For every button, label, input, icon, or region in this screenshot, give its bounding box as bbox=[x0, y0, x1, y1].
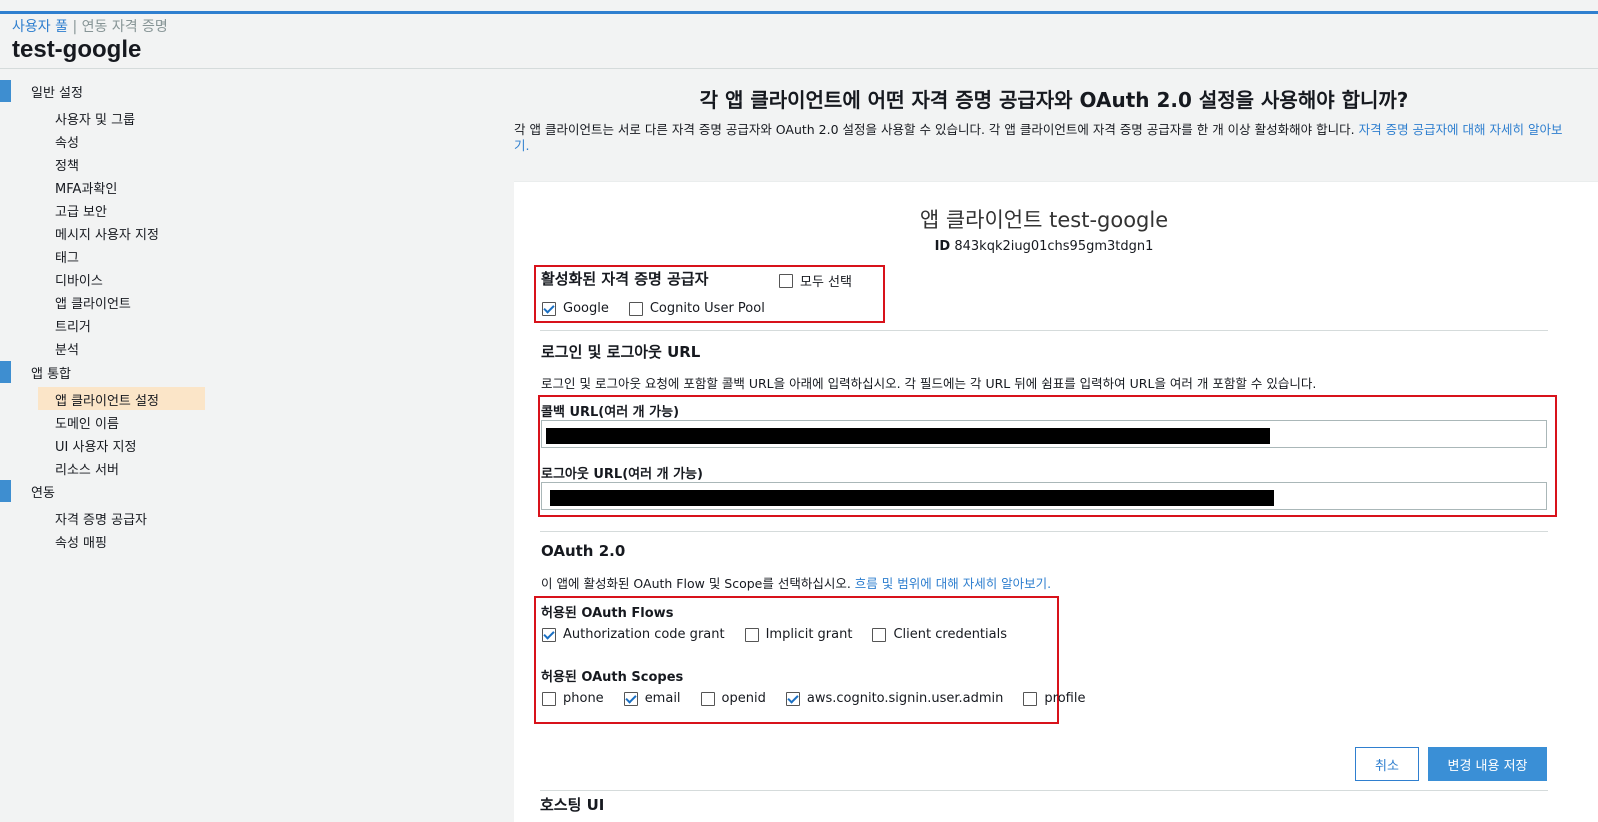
oauth-flows-options: Authorization code grant Implicit grant … bbox=[542, 627, 1027, 642]
provider-cognito-checkbox[interactable]: Cognito User Pool bbox=[628, 301, 765, 316]
sidebar-item-tags[interactable]: 태그 bbox=[38, 244, 205, 267]
sidebar-section-label: 앱 통합 bbox=[31, 367, 72, 382]
sidebar-item-devices[interactable]: 디바이스 bbox=[38, 267, 205, 290]
checkbox-checked-icon bbox=[542, 627, 556, 642]
redacted-value bbox=[546, 428, 1270, 444]
sidebar-item-app-clients[interactable]: 앱 클라이언트 bbox=[38, 290, 205, 313]
flow-client-credentials-checkbox[interactable]: Client credentials bbox=[872, 627, 1007, 642]
sidebar-section-label: 연동 bbox=[31, 486, 55, 501]
cancel-button[interactable]: 취소 bbox=[1355, 747, 1419, 781]
intro-description: 각 앱 클라이언트는 서로 다른 자격 증명 공급자와 OAuth 2.0 설정… bbox=[514, 122, 1359, 137]
intro-text: 각 앱 클라이언트는 서로 다른 자격 증명 공급자와 OAuth 2.0 설정… bbox=[514, 122, 1574, 154]
app-client-id-value: 843kqk2iug01chs95gm3tdgn1 bbox=[954, 239, 1154, 254]
section-marker bbox=[0, 80, 11, 102]
save-changes-button[interactable]: 변경 내용 저장 bbox=[1428, 747, 1547, 781]
providers-heading: 활성화된 자격 증명 공급자 bbox=[541, 270, 709, 288]
select-all-row: 모두 선택 bbox=[779, 271, 872, 290]
sidebar-section-app-integration[interactable]: 앱 통합 bbox=[0, 361, 215, 383]
page-title: test-google bbox=[12, 36, 142, 63]
select-all-checkbox[interactable]: 모두 선택 bbox=[779, 271, 852, 290]
sidebar-item-app-client-settings[interactable]: 앱 클라이언트 설정 bbox=[38, 387, 205, 410]
page-header: 사용자 풀 | 연동 자격 증명 test-google bbox=[0, 14, 1598, 69]
checkbox-checked-icon bbox=[542, 301, 556, 316]
hosted-ui-heading: 호스팅 UI bbox=[540, 796, 605, 814]
learn-more-flows-link[interactable]: 흐름 및 범위에 대해 자세히 알아보기. bbox=[855, 576, 1051, 591]
section-marker bbox=[0, 361, 11, 383]
main-heading: 각 앱 클라이언트에 어떤 자격 증명 공급자와 OAuth 2.0 설정을 사… bbox=[699, 88, 1409, 112]
oauth-scopes-options: phone email openid aws.cognito.signin.us… bbox=[542, 691, 1106, 706]
sidebar-item-analytics[interactable]: 분석 bbox=[38, 336, 205, 359]
provider-options: Google Cognito User Pool bbox=[542, 301, 785, 316]
breadcrumb-federated-link[interactable]: 연동 자격 증명 bbox=[82, 19, 168, 35]
sidebar-item-identity-providers[interactable]: 자격 증명 공급자 bbox=[38, 506, 205, 529]
sidebar-item-message-customization[interactable]: 메시지 사용자 지정 bbox=[38, 221, 205, 244]
checkbox-icon bbox=[744, 627, 759, 642]
checkbox-icon bbox=[1023, 691, 1038, 706]
sidebar-item-ui-customization[interactable]: UI 사용자 지정 bbox=[38, 433, 205, 456]
redacted-value bbox=[550, 490, 1274, 506]
sidebar-item-mfa[interactable]: MFA과확인 bbox=[38, 175, 205, 198]
app-client-card: 앱 클라이언트 test-google ID 843kqk2iug01chs95… bbox=[514, 181, 1598, 822]
logout-url-label: 로그아웃 URL(여러 개 가능) bbox=[541, 467, 703, 482]
section-divider bbox=[540, 531, 1548, 532]
scope-aws-cognito-admin-checkbox[interactable]: aws.cognito.signin.user.admin bbox=[785, 691, 1003, 706]
sidebar-section-label: 일반 설정 bbox=[31, 86, 83, 101]
sidebar-item-users-groups[interactable]: 사용자 및 그룹 bbox=[38, 106, 205, 129]
urls-description: 로그인 및 로그아웃 요청에 포함할 콜백 URL을 아래에 입력하십시오. 각… bbox=[541, 376, 1317, 391]
sidebar-item-resource-servers[interactable]: 리소스 서버 bbox=[38, 456, 205, 479]
sidebar-item-triggers[interactable]: 트리거 bbox=[38, 313, 205, 336]
sidebar-item-advanced-security[interactable]: 고급 보안 bbox=[38, 198, 205, 221]
oauth-description: 이 앱에 활성화된 OAuth Flow 및 Scope를 선택하십시오. 흐름… bbox=[541, 576, 1052, 591]
oauth-heading: OAuth 2.0 bbox=[541, 542, 626, 560]
sidebar-item-domain-name[interactable]: 도메인 이름 bbox=[38, 410, 205, 433]
breadcrumb: 사용자 풀 | 연동 자격 증명 bbox=[12, 16, 168, 36]
flow-authorization-code-checkbox[interactable]: Authorization code grant bbox=[542, 627, 725, 642]
checkbox-icon bbox=[779, 273, 793, 288]
section-divider bbox=[540, 330, 1548, 331]
scope-profile-checkbox[interactable]: profile bbox=[1023, 691, 1086, 706]
checkbox-icon bbox=[700, 691, 715, 706]
checkbox-checked-icon bbox=[785, 691, 800, 706]
checkbox-icon bbox=[628, 301, 643, 316]
sidebar-section-general[interactable]: 일반 설정 bbox=[0, 80, 215, 102]
app-client-id-label: ID bbox=[934, 239, 951, 254]
checkbox-icon bbox=[872, 627, 887, 642]
flow-implicit-grant-checkbox[interactable]: Implicit grant bbox=[744, 627, 852, 642]
oauth-scopes-label: 허용된 OAuth Scopes bbox=[541, 670, 684, 685]
app-client-title: 앱 클라이언트 test-google bbox=[919, 208, 1169, 232]
provider-google-checkbox[interactable]: Google bbox=[542, 301, 609, 316]
callback-url-label: 콜백 URL(여러 개 가능) bbox=[541, 405, 680, 420]
section-marker bbox=[0, 480, 11, 502]
checkbox-icon bbox=[542, 691, 556, 706]
section-divider bbox=[540, 790, 1548, 791]
callback-url-input[interactable] bbox=[541, 420, 1547, 448]
logout-url-input[interactable] bbox=[541, 482, 1547, 510]
sidebar-item-policies[interactable]: 정책 bbox=[38, 152, 205, 175]
scope-phone-checkbox[interactable]: phone bbox=[542, 691, 604, 706]
urls-heading: 로그인 및 로그아웃 URL bbox=[541, 343, 701, 361]
top-accent-bar bbox=[0, 0, 1598, 14]
scope-openid-checkbox[interactable]: openid bbox=[700, 691, 766, 706]
sidebar-section-federation[interactable]: 연동 bbox=[0, 480, 215, 502]
scope-email-checkbox[interactable]: email bbox=[623, 691, 681, 706]
breadcrumb-separator: | bbox=[72, 19, 78, 35]
checkbox-checked-icon bbox=[623, 691, 638, 706]
sidebar-item-attributes[interactable]: 속성 bbox=[38, 129, 205, 152]
app-client-id: ID 843kqk2iug01chs95gm3tdgn1 bbox=[514, 239, 1574, 254]
sidebar-item-attribute-mapping[interactable]: 속성 매핑 bbox=[38, 529, 205, 552]
oauth-flows-label: 허용된 OAuth Flows bbox=[541, 606, 674, 621]
breadcrumb-user-pool-link[interactable]: 사용자 풀 bbox=[12, 19, 68, 35]
